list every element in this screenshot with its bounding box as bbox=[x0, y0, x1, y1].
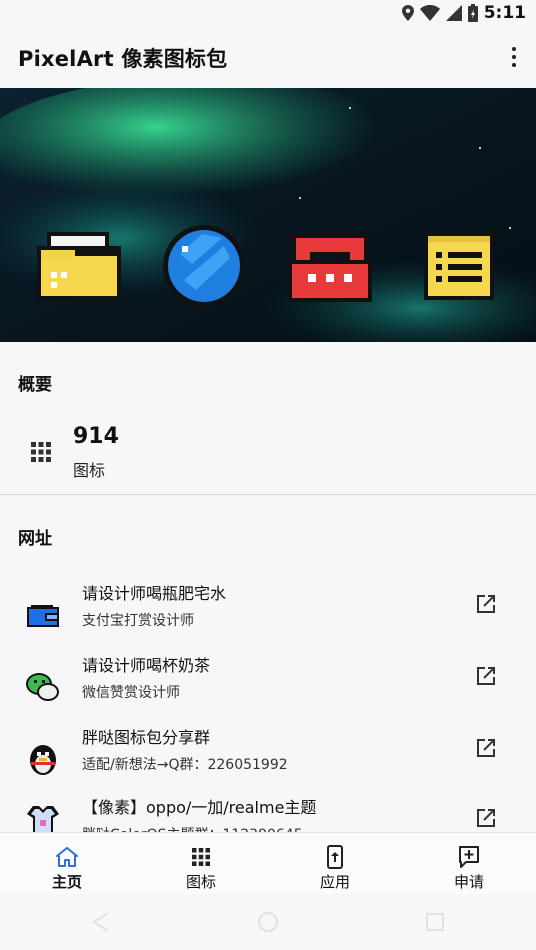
nav-icons[interactable]: 图标 bbox=[134, 833, 268, 895]
recents-icon[interactable] bbox=[426, 913, 444, 931]
nav-apps[interactable]: 应用 bbox=[268, 833, 402, 895]
browser-globe-pixel-icon bbox=[163, 225, 245, 307]
link-item-theme-group[interactable]: 【像素】oppo/一加/realme主题 胖哒ColorOS主题群：112390… bbox=[0, 792, 536, 832]
open-external-icon[interactable] bbox=[474, 736, 498, 760]
notes-list-pixel-icon bbox=[424, 232, 494, 300]
nav-requests-label: 申请 bbox=[453, 873, 484, 891]
link-subtitle: 微信赞赏设计师 bbox=[82, 685, 180, 701]
link-subtitle: 胖哒ColorOS主题群：112390645 bbox=[82, 824, 303, 832]
link-title: 请设计师喝杯奶茶 bbox=[82, 656, 211, 675]
system-navigation-bar bbox=[0, 894, 536, 950]
wechat-icon bbox=[26, 673, 59, 701]
link-item-wechat[interactable]: 请设计师喝杯奶茶 微信赞赏设计师 bbox=[0, 648, 536, 718]
icon-count-card[interactable]: 914 图标 bbox=[0, 412, 536, 490]
open-external-icon[interactable] bbox=[474, 592, 498, 616]
link-subtitle: 适配/新想法→Q群：226051992 bbox=[82, 757, 288, 773]
links-section-title: 网址 bbox=[18, 529, 52, 549]
location-icon bbox=[401, 5, 414, 21]
nav-home-label: 主页 bbox=[51, 873, 82, 891]
wifi-icon bbox=[419, 5, 440, 21]
qq-penguin-icon bbox=[30, 745, 56, 775]
link-item-alipay[interactable]: 请设计师喝瓶肥宅水 支付宝打赏设计师 bbox=[0, 576, 536, 646]
apps-grid-icon bbox=[192, 848, 210, 866]
more-vert-icon[interactable] bbox=[506, 45, 522, 69]
scroll-clip: 【像素】oppo/一加/realme主题 胖哒ColorOS主题群：112390… bbox=[0, 780, 536, 832]
section-divider bbox=[0, 494, 536, 495]
clock: 5:11 bbox=[483, 3, 526, 23]
signal-icon bbox=[445, 5, 462, 21]
apps-grid-icon bbox=[31, 442, 51, 462]
overview-section-title: 概要 bbox=[18, 375, 52, 395]
app-bar: PixelArt 像素图标包 bbox=[0, 26, 536, 88]
home-icon bbox=[56, 847, 78, 867]
nav-icons-label: 图标 bbox=[185, 873, 216, 891]
icon-count: 914 bbox=[73, 424, 119, 449]
status-bar: 5:11 bbox=[0, 0, 536, 26]
link-title: 请设计师喝瓶肥宅水 bbox=[82, 584, 227, 603]
add-request-icon bbox=[459, 846, 479, 868]
tshirt-icon bbox=[27, 806, 59, 832]
open-external-icon[interactable] bbox=[474, 664, 498, 688]
folder-pixel-icon bbox=[37, 232, 121, 300]
header-banner bbox=[0, 88, 536, 342]
phone-pixel-icon bbox=[288, 234, 372, 302]
link-title: 【像素】oppo/一加/realme主题 bbox=[82, 798, 317, 817]
bottom-navigation: 主页 图标 应用 申请 bbox=[0, 832, 536, 895]
nav-requests[interactable]: 申请 bbox=[402, 833, 536, 895]
icon-count-label: 图标 bbox=[73, 461, 106, 480]
app-title: PixelArt 像素图标包 bbox=[18, 47, 228, 71]
back-icon[interactable] bbox=[92, 912, 110, 932]
nav-home[interactable]: 主页 bbox=[0, 833, 134, 895]
link-title: 胖哒图标包分享群 bbox=[82, 728, 211, 747]
battery-icon bbox=[467, 4, 478, 22]
phone-upload-icon bbox=[327, 845, 343, 869]
wallet-icon bbox=[27, 605, 59, 627]
open-external-icon[interactable] bbox=[474, 806, 498, 830]
nav-apps-label: 应用 bbox=[319, 873, 350, 891]
home-circle-icon[interactable] bbox=[258, 912, 278, 932]
link-subtitle: 支付宝打赏设计师 bbox=[82, 613, 194, 629]
status-icons: 5:11 bbox=[401, 3, 526, 23]
